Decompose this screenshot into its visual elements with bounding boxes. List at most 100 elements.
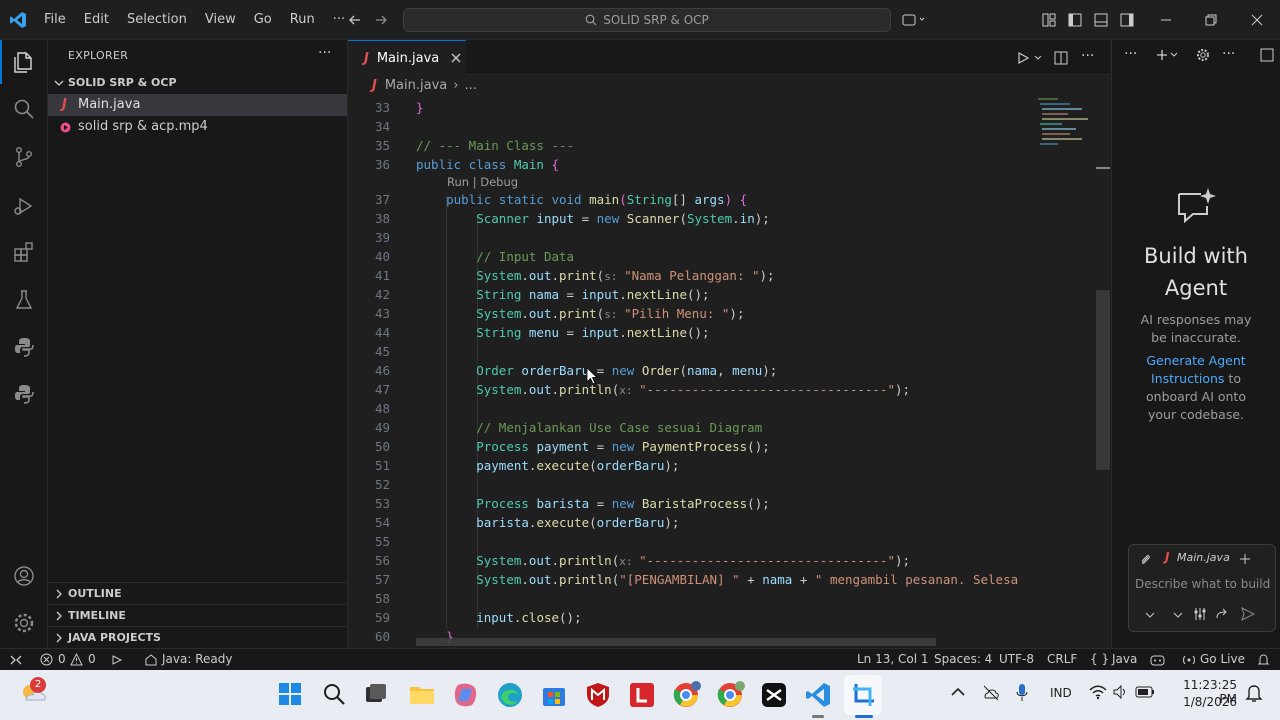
explorer-icon[interactable] [12, 50, 36, 74]
tab-main-java[interactable]: J Main.java [348, 40, 466, 75]
chat-panel-more-icon[interactable]: ··· [1222, 46, 1235, 62]
section-outline[interactable]: OUTLINE [48, 582, 347, 604]
close-window-icon[interactable] [1251, 14, 1263, 26]
breadcrumb-more[interactable]: ... [464, 78, 476, 93]
notification-center-bell-icon[interactable] [1245, 683, 1263, 703]
chat-prompt-input[interactable]: Describe what to build [1135, 577, 1273, 595]
volume-icon[interactable] [1112, 684, 1128, 700]
copilot-icon[interactable] [902, 12, 926, 28]
microsoft-store-icon[interactable] [540, 681, 568, 709]
minimap[interactable] [1034, 95, 1096, 175]
snipping-tool-icon[interactable] [850, 681, 878, 709]
file-item-mp4[interactable]: solid srp & acp.mp4 [48, 116, 347, 138]
notifications-bell-icon[interactable] [1257, 653, 1270, 666]
microphone-icon[interactable] [1015, 683, 1029, 703]
context-file-chip[interactable]: Main.java [1177, 551, 1230, 564]
vertical-scrollbar[interactable] [1096, 290, 1110, 470]
clock-date[interactable]: 1/8/2026 [1171, 695, 1237, 709]
chevron-up-icon[interactable] [951, 687, 965, 697]
remote-icon[interactable] [9, 653, 23, 666]
send-icon[interactable] [1241, 607, 1255, 621]
copilot-app-icon[interactable] [452, 681, 480, 709]
error-count[interactable]: 0 [58, 649, 66, 670]
toggle-secondary-sidebar-icon[interactable] [1120, 13, 1134, 27]
breadcrumb-file[interactable]: Main.java [385, 78, 447, 93]
letter-l-app-icon[interactable] [628, 681, 656, 709]
file-explorer-icon[interactable] [408, 681, 436, 707]
command-center-search[interactable]: SOLID SRP & OCP [403, 8, 891, 32]
python-icon[interactable] [12, 335, 36, 359]
attach-icon[interactable] [1139, 554, 1151, 566]
input-language[interactable]: IND [1050, 686, 1072, 700]
wifi-icon[interactable] [1089, 684, 1107, 700]
menu-run[interactable]: Run [281, 0, 324, 40]
language-mode[interactable]: Java [1112, 649, 1137, 670]
menu-go[interactable]: Go [245, 0, 281, 40]
chrome-profile-2-icon[interactable] [716, 681, 746, 709]
run-java-icon[interactable] [1016, 51, 1030, 65]
indentation[interactable]: Spaces: 4 [934, 649, 992, 670]
go-live-button[interactable]: Go Live [1200, 649, 1245, 670]
new-chat-icon[interactable] [1156, 49, 1178, 61]
chat-settings-gear-icon[interactable] [1196, 48, 1210, 62]
java-status[interactable]: Java: Ready [162, 649, 232, 670]
settings-gear-icon[interactable] [12, 611, 36, 635]
toggle-sidebar-icon[interactable] [1068, 13, 1082, 27]
chat-more-icon[interactable]: ··· [1124, 46, 1137, 62]
chrome-profile-icon[interactable] [672, 681, 702, 709]
vscode-taskbar-icon[interactable] [804, 681, 832, 709]
task-view-icon[interactable] [364, 682, 388, 706]
taskbar-search-icon[interactable] [322, 682, 346, 706]
search-icon[interactable] [12, 97, 36, 121]
chevron-down-icon[interactable] [1173, 611, 1183, 619]
horizontal-scrollbar[interactable] [416, 638, 936, 646]
minimize-icon[interactable] [1160, 14, 1172, 26]
section-java-projects[interactable]: JAVA PROJECTS [48, 626, 347, 648]
testing-icon[interactable] [12, 288, 36, 312]
mcafee-icon[interactable] [584, 681, 612, 709]
file-item-main-java[interactable]: J Main.java [48, 94, 347, 116]
explorer-more-icon[interactable]: ··· [318, 45, 331, 61]
close-tab-icon[interactable] [451, 53, 461, 63]
menu-edit[interactable]: Edit [75, 0, 118, 40]
encoding[interactable]: UTF-8 [999, 649, 1034, 670]
maximize-panel-icon[interactable] [1260, 48, 1274, 62]
edge-browser-icon[interactable] [496, 681, 524, 709]
account-icon[interactable] [12, 564, 36, 588]
cloud-offline-icon[interactable] [982, 684, 1000, 702]
restore-icon[interactable] [1205, 14, 1217, 26]
forward-arrow-icon[interactable] [374, 13, 388, 27]
toggle-panel-icon[interactable] [1094, 13, 1108, 27]
folder-root[interactable]: SOLID SRP & OCP [48, 72, 347, 94]
delegate-arrow-icon[interactable] [1215, 607, 1229, 621]
menu-selection[interactable]: Selection [118, 0, 196, 40]
windows-start-icon[interactable] [278, 682, 302, 706]
line-ending[interactable]: CRLF [1047, 649, 1077, 670]
warning-count[interactable]: 0 [88, 649, 96, 670]
editor-more-icon[interactable]: ··· [1081, 48, 1094, 64]
code-editor[interactable]: 33 34 35 36 37 38 39 40 41 42 43 44 45 4… [348, 95, 1110, 648]
debug-icon[interactable] [110, 653, 124, 667]
add-context-icon[interactable] [1239, 553, 1251, 565]
codelens-run-debug[interactable]: Run | Debug [447, 175, 518, 189]
battery-icon[interactable] [1135, 685, 1155, 699]
error-icon[interactable] [40, 653, 53, 666]
customize-layout-icon[interactable] [1042, 13, 1056, 27]
split-editor-icon[interactable] [1054, 51, 1068, 65]
section-timeline[interactable]: TIMELINE [48, 604, 347, 626]
menu-file[interactable]: File [35, 0, 75, 40]
run-debug-icon[interactable] [12, 194, 36, 218]
source-control-icon[interactable] [12, 145, 36, 169]
minimap-slider[interactable] [1096, 167, 1110, 169]
back-arrow-icon[interactable] [348, 13, 362, 27]
python-environments-icon[interactable] [12, 382, 36, 406]
copilot-status-icon[interactable] [1150, 653, 1165, 667]
capcut-icon[interactable] [760, 681, 788, 709]
chevron-down-icon[interactable] [1145, 611, 1155, 619]
warning-icon[interactable] [70, 653, 83, 666]
chevron-down-icon[interactable] [1034, 54, 1042, 62]
menu-view[interactable]: View [196, 0, 245, 40]
tools-icon[interactable] [1193, 607, 1207, 621]
chat-input-box[interactable]: J Main.java Describe what to build [1128, 544, 1276, 632]
extensions-icon[interactable] [12, 240, 36, 264]
